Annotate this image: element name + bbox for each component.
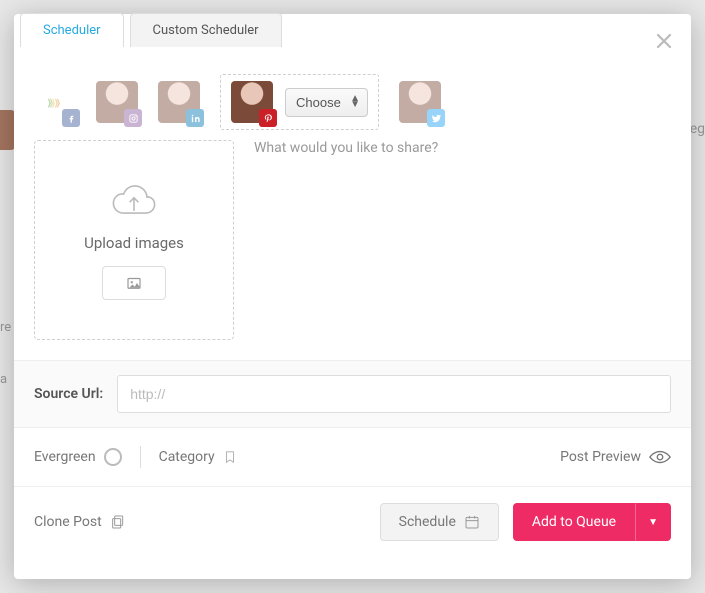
background-avatar [0, 110, 15, 150]
background-text: a [0, 372, 7, 387]
close-icon[interactable] [655, 32, 673, 50]
linkedin-icon [186, 109, 204, 127]
image-library-button[interactable] [102, 266, 166, 300]
background-text: eg [690, 121, 705, 137]
add-to-queue-dropdown[interactable]: ▼ [635, 503, 671, 541]
cloud-upload-icon [108, 180, 160, 220]
twitter-icon [427, 109, 445, 127]
add-to-queue-button[interactable]: Add to Queue [513, 503, 635, 541]
calendar-icon [464, 514, 480, 530]
copy-icon [110, 513, 126, 531]
schedule-button[interactable]: Schedule [380, 503, 499, 541]
account-instagram[interactable] [96, 81, 138, 123]
background-text: re [0, 320, 11, 335]
upload-dropzone[interactable]: Upload images [34, 140, 234, 340]
account-facebook[interactable]: ››››› [34, 81, 76, 123]
source-url-input[interactable] [117, 375, 671, 413]
clone-post-label: Clone Post [34, 514, 102, 530]
source-url-label: Source Url: [34, 386, 103, 402]
tab-scheduler[interactable]: Scheduler [20, 13, 124, 47]
account-linkedin[interactable] [158, 81, 200, 123]
evergreen-toggle[interactable]: Evergreen [34, 448, 122, 466]
tab-row: Scheduler Custom Scheduler [20, 13, 282, 47]
bookmark-icon [223, 448, 237, 466]
pinterest-board-select[interactable]: Choose [285, 88, 368, 117]
category-selector[interactable]: Category [159, 448, 237, 466]
schedule-label: Schedule [399, 514, 456, 530]
instagram-icon [124, 109, 142, 127]
tab-custom-scheduler[interactable]: Custom Scheduler [130, 13, 282, 47]
post-preview-toggle[interactable]: Post Preview [560, 449, 671, 465]
pinterest-icon [259, 109, 277, 127]
account-twitter[interactable] [399, 81, 441, 123]
source-url-row: Source Url: [14, 360, 691, 428]
upload-label: Upload images [84, 234, 184, 252]
facebook-icon [62, 109, 80, 127]
circle-toggle-icon [104, 448, 122, 466]
divider [140, 446, 141, 468]
pinterest-board-selector: Choose ▲▼ [220, 74, 379, 130]
chevron-down-icon: ▼ [648, 517, 658, 528]
account-pinterest[interactable] [231, 81, 273, 123]
evergreen-label: Evergreen [34, 449, 96, 465]
modal-footer: Clone Post Schedule Add to Queue ▼ [14, 487, 691, 557]
category-label: Category [159, 449, 215, 465]
eye-icon [649, 449, 671, 465]
post-options-row: Evergreen Category Post Preview [14, 428, 691, 487]
post-textarea[interactable] [254, 140, 671, 320]
scheduler-modal: Scheduler Custom Scheduler ››››› [14, 14, 691, 579]
post-preview-label: Post Preview [560, 449, 641, 465]
clone-post-button[interactable]: Clone Post [34, 513, 126, 531]
compose-area: Upload images [14, 140, 691, 360]
